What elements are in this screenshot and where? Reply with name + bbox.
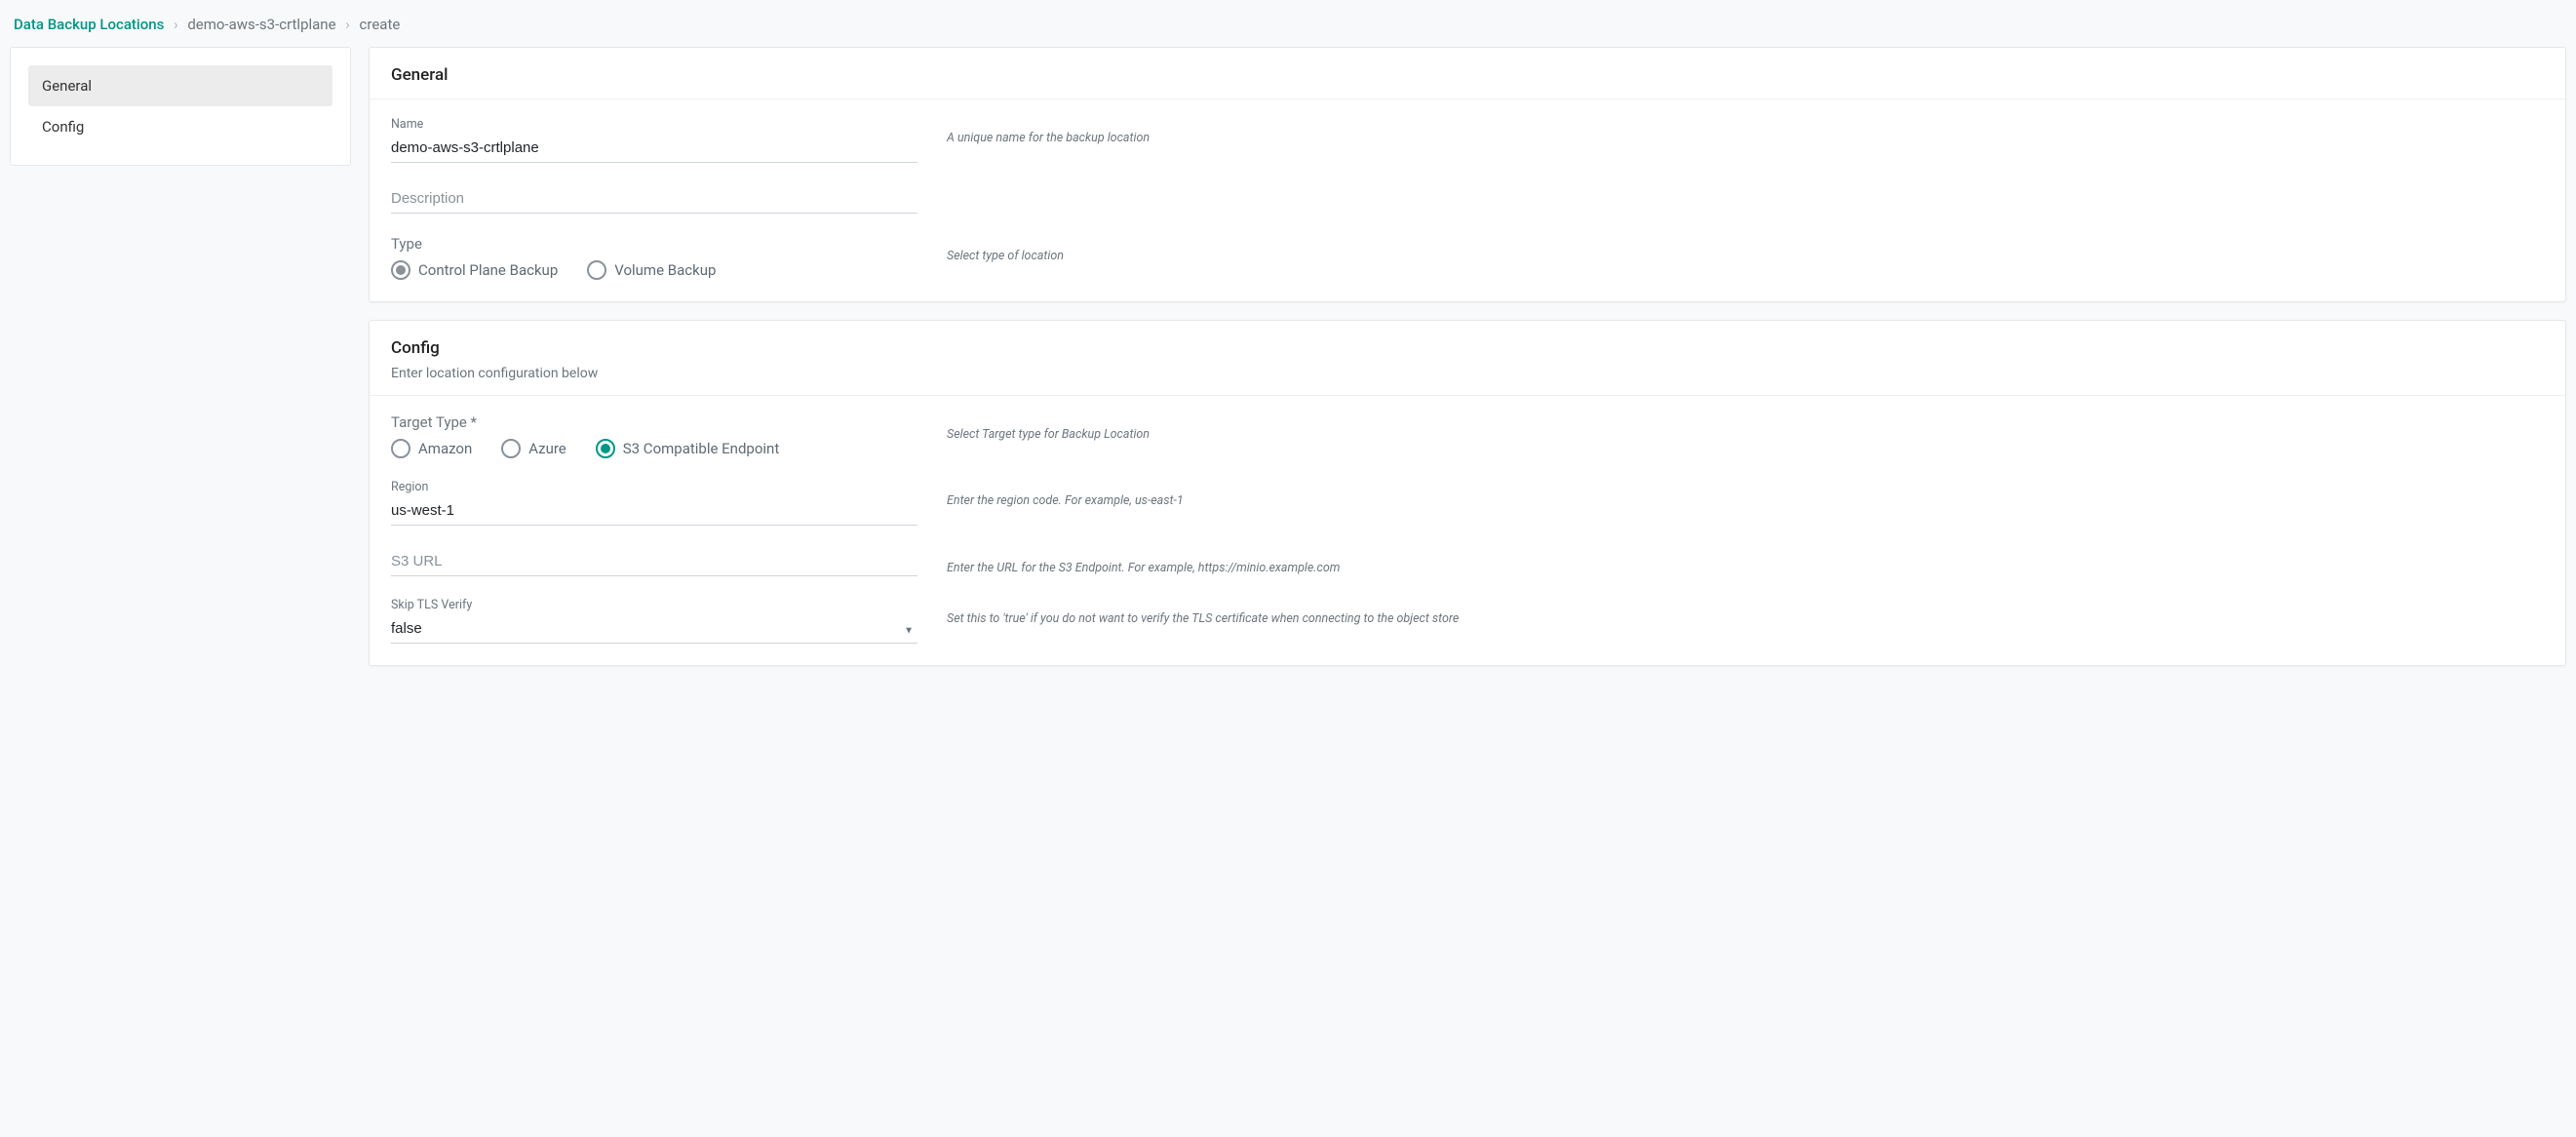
target-type-help-text: Select Target type for Backup Location	[947, 427, 2544, 442]
general-card: General Name A unique name for the backu…	[369, 47, 2566, 302]
target-type-label: Target Type *	[391, 413, 917, 431]
sidebar-item-general[interactable]: General	[28, 65, 332, 106]
sidebar-item-label: Config	[42, 118, 84, 136]
radio-icon	[391, 260, 410, 280]
config-card-subtitle: Enter location configuration below	[391, 366, 2544, 381]
s3-url-help-text: Enter the URL for the S3 Endpoint. For e…	[947, 561, 2544, 575]
radio-label: S3 Compatible Endpoint	[623, 440, 780, 457]
config-card-title: Config	[391, 338, 2544, 358]
region-input[interactable]	[391, 496, 917, 526]
general-card-title: General	[391, 65, 2544, 85]
radio-s3-compatible-endpoint[interactable]: S3 Compatible Endpoint	[596, 439, 780, 458]
description-input[interactable]	[391, 184, 917, 214]
target-type-radio-group: Amazon Azure S3 Compatible Endpoint	[391, 439, 917, 458]
radio-label: Azure	[528, 440, 566, 457]
name-label: Name	[391, 117, 917, 132]
radio-label: Volume Backup	[614, 261, 716, 279]
breadcrumb: Data Backup Locations › demo-aws-s3-crtl…	[10, 10, 2566, 47]
radio-icon	[587, 260, 606, 280]
skip-tls-help-text: Set this to 'true' if you do not want to…	[947, 611, 2544, 626]
region-help-text: Enter the region code. For example, us-e…	[947, 493, 2544, 508]
radio-icon	[501, 439, 521, 458]
radio-icon	[391, 439, 410, 458]
breadcrumb-item: demo-aws-s3-crtlplane	[187, 16, 335, 33]
radio-control-plane-backup[interactable]: Control Plane Backup	[391, 260, 558, 280]
sidebar-item-label: General	[42, 77, 92, 95]
name-input[interactable]	[391, 134, 917, 163]
sidebar-item-config[interactable]: Config	[28, 106, 332, 147]
breadcrumb-leaf: create	[360, 16, 401, 33]
radio-label: Amazon	[418, 440, 472, 457]
breadcrumb-separator: ›	[174, 16, 178, 33]
type-radio-group: Control Plane Backup Volume Backup	[391, 260, 917, 280]
radio-azure[interactable]: Azure	[501, 439, 566, 458]
s3-url-input[interactable]	[391, 547, 917, 576]
type-label: Type	[391, 235, 917, 253]
breadcrumb-separator: ›	[345, 16, 350, 33]
radio-amazon[interactable]: Amazon	[391, 439, 472, 458]
radio-icon	[596, 439, 615, 458]
radio-volume-backup[interactable]: Volume Backup	[587, 260, 716, 280]
breadcrumb-root-link[interactable]: Data Backup Locations	[14, 16, 164, 33]
type-help-text: Select type of location	[947, 249, 2544, 263]
radio-label: Control Plane Backup	[418, 261, 558, 279]
skip-tls-label: Skip TLS Verify	[391, 598, 917, 612]
region-label: Region	[391, 480, 917, 494]
sidebar-nav: General Config	[10, 47, 351, 166]
name-help-text: A unique name for the backup location	[947, 131, 2544, 145]
config-card: Config Enter location configuration belo…	[369, 320, 2566, 666]
skip-tls-select[interactable]	[391, 614, 917, 644]
